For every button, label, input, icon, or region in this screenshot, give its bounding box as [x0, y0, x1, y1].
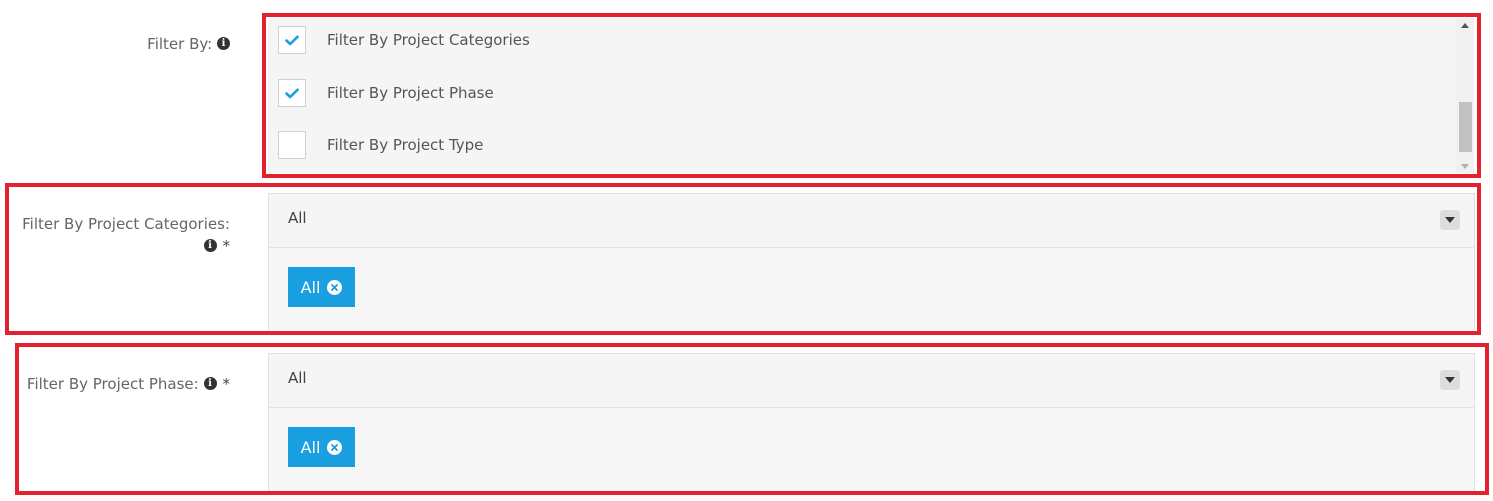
categories-label: Filter By Project Categories: i *: [22, 215, 231, 255]
scroll-up-arrow-icon[interactable]: [1456, 18, 1474, 32]
checkbox-categories[interactable]: [278, 26, 306, 54]
caret-down-icon[interactable]: [1440, 210, 1460, 230]
select-value: All: [288, 209, 307, 227]
caret-down-icon[interactable]: [1440, 370, 1460, 390]
info-icon[interactable]: i: [217, 37, 230, 50]
checkbox-option-type[interactable]: Filter By Project Type: [278, 130, 483, 160]
filter-by-checkbox-list[interactable]: Filter By Project Categories Filter By P…: [268, 18, 1474, 173]
checkbox-option-label: Filter By Project Phase: [327, 84, 494, 102]
remove-tag-icon[interactable]: [327, 439, 343, 455]
required-asterisk: *: [222, 237, 231, 255]
check-icon: [285, 88, 299, 98]
selected-tag[interactable]: All: [288, 267, 355, 307]
info-icon[interactable]: i: [203, 377, 217, 390]
checkbox-option-categories[interactable]: Filter By Project Categories: [278, 25, 530, 55]
check-icon: [285, 35, 299, 45]
categories-select[interactable]: All: [268, 193, 1475, 248]
categories-tag-area: All: [268, 248, 1475, 330]
selected-tag[interactable]: All: [288, 427, 355, 467]
phase-label: Filter By Project Phase: i *: [26, 375, 231, 393]
phase-tag-area: All: [268, 408, 1475, 493]
scroll-down-arrow-icon[interactable]: [1456, 159, 1474, 173]
checkbox-phase[interactable]: [278, 79, 306, 107]
checkbox-option-label: Filter By Project Categories: [327, 31, 530, 49]
select-value: All: [288, 369, 307, 387]
info-icon[interactable]: i: [203, 239, 217, 252]
phase-select[interactable]: All: [268, 353, 1475, 408]
scrollbar-thumb[interactable]: [1459, 102, 1472, 152]
checkbox-option-phase[interactable]: Filter By Project Phase: [278, 78, 494, 108]
required-asterisk: *: [222, 375, 231, 393]
checkbox-option-label: Filter By Project Type: [327, 136, 484, 154]
remove-tag-icon[interactable]: [327, 279, 343, 295]
filter-by-label: Filter By: i: [147, 33, 230, 55]
scrollbar[interactable]: [1456, 18, 1474, 173]
checkbox-type[interactable]: [278, 131, 306, 159]
